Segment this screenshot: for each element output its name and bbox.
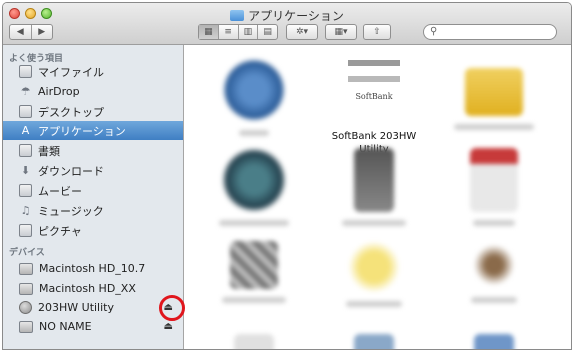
documents-icon bbox=[19, 144, 32, 157]
sidebar-item-airdrop[interactable]: ☂ AirDrop bbox=[3, 82, 183, 101]
sidebar-item-music[interactable]: ♫ ミュージック bbox=[3, 201, 183, 220]
app-item[interactable] bbox=[319, 148, 429, 226]
softbank-icon: SoftBank bbox=[342, 58, 406, 122]
downloads-icon: ⬇ bbox=[20, 164, 31, 177]
app-label-blurred bbox=[471, 297, 517, 303]
sidebar-item-no-name[interactable]: NO NAME ⏏ bbox=[3, 317, 183, 336]
app-icon bbox=[222, 58, 286, 122]
cd-icon bbox=[19, 301, 32, 314]
sidebar-item-203hw-utility[interactable]: 203HW Utility ⏏ bbox=[3, 298, 183, 317]
sidebar-item-label: ミュージック bbox=[38, 204, 104, 218]
sidebar-item-label: AirDrop bbox=[38, 85, 80, 98]
sidebar-item-pictures[interactable]: ピクチャ bbox=[3, 221, 183, 240]
sidebar-item-label: デスクトップ bbox=[38, 105, 104, 119]
app-label-blurred bbox=[342, 220, 406, 226]
sidebar-item-label: マイファイル bbox=[38, 65, 104, 79]
app-icon bbox=[354, 148, 394, 212]
sidebar-item-label: Macintosh HD_XX bbox=[39, 282, 136, 295]
file-icon bbox=[19, 65, 32, 78]
action-menu-button[interactable]: ✲▾ bbox=[286, 24, 318, 40]
app-icon bbox=[354, 334, 394, 349]
app-item-softbank-203hw-utility[interactable]: SoftBank SoftBank 203HW Utility bbox=[319, 58, 429, 156]
app-item[interactable] bbox=[199, 241, 309, 303]
app-item[interactable] bbox=[199, 148, 309, 226]
app-label-blurred bbox=[222, 297, 286, 303]
view-mode-buttons: ▦ ≡ ▥ ▤ bbox=[198, 24, 278, 40]
app-label-blurred bbox=[473, 220, 515, 226]
app-item[interactable] bbox=[439, 58, 549, 130]
devices-heading: デバイス bbox=[9, 248, 45, 258]
sidebar-item-label: 書類 bbox=[38, 144, 60, 158]
desktop-icon bbox=[19, 105, 32, 118]
app-icon bbox=[234, 334, 274, 349]
music-icon: ♫ bbox=[20, 204, 31, 217]
airdrop-icon: ☂ bbox=[20, 85, 31, 98]
app-item[interactable] bbox=[439, 241, 549, 303]
sidebar-item-macintosh-hd-10-7[interactable]: Macintosh HD_10.7 bbox=[3, 259, 183, 278]
sidebar-item-label: 203HW Utility bbox=[38, 301, 114, 314]
file-grid: SoftBank SoftBank 203HW Utility bbox=[185, 46, 571, 349]
movies-icon bbox=[19, 184, 32, 197]
app-icon bbox=[230, 241, 278, 289]
sidebar-item-downloads[interactable]: ⬇ ダウンロード bbox=[3, 161, 183, 180]
window-title-text: アプリケーション bbox=[248, 9, 344, 23]
sidebar-item-label: ダウンロード bbox=[38, 164, 104, 178]
app-label-blurred bbox=[346, 301, 402, 307]
finder-window: アプリケーション ◀ ▶ ▦ ≡ ▥ ▤ ✲▾ ▦▾ ⇧ ⚲ よく使う項目 マイ… bbox=[2, 2, 572, 350]
arrange-menu-button[interactable]: ▦▾ bbox=[325, 24, 357, 40]
sidebar-item-documents[interactable]: 書類 bbox=[3, 141, 183, 160]
hard-disk-icon bbox=[19, 282, 33, 295]
sidebar-item-label: Macintosh HD_10.7 bbox=[39, 262, 146, 275]
sidebar-item-label: ピクチャ bbox=[38, 224, 82, 238]
hard-disk-icon bbox=[19, 262, 33, 275]
window-title: アプリケーション bbox=[3, 7, 571, 24]
title-bar: アプリケーション ◀ ▶ ▦ ≡ ▥ ▤ ✲▾ ▦▾ ⇧ ⚲ bbox=[3, 3, 571, 45]
forward-button[interactable]: ▶ bbox=[32, 27, 53, 37]
app-icon bbox=[474, 334, 514, 349]
sidebar-item-macintosh-hd-xx[interactable]: Macintosh HD_XX bbox=[3, 279, 183, 298]
list-view-button[interactable]: ≡ bbox=[219, 25, 239, 39]
search-icon: ⚲ bbox=[430, 26, 438, 37]
app-label-blurred bbox=[219, 220, 289, 226]
sidebar-item-my-files[interactable]: マイファイル bbox=[3, 62, 183, 81]
icon-view-button[interactable]: ▦ bbox=[199, 25, 219, 39]
app-item[interactable] bbox=[439, 334, 549, 349]
app-item[interactable] bbox=[199, 334, 309, 349]
sidebar-item-label: NO NAME bbox=[39, 320, 92, 333]
back-forward-buttons: ◀ ▶ bbox=[9, 24, 53, 40]
app-item[interactable] bbox=[439, 148, 549, 226]
folder-icon bbox=[230, 10, 245, 21]
app-icon bbox=[222, 148, 286, 212]
app-item[interactable] bbox=[319, 334, 429, 349]
app-label-blurred bbox=[454, 124, 534, 130]
pictures-icon bbox=[19, 224, 32, 237]
share-button[interactable]: ⇧ bbox=[363, 24, 391, 40]
sidebar-item-desktop[interactable]: デスクトップ bbox=[3, 102, 183, 121]
sidebar-item-label: ムービー bbox=[38, 184, 82, 198]
app-item[interactable] bbox=[199, 58, 309, 136]
applications-icon: A bbox=[21, 124, 30, 137]
app-icon bbox=[348, 241, 400, 293]
app-icon bbox=[470, 241, 518, 289]
sidebar-item-label: アプリケーション bbox=[38, 124, 126, 138]
eject-icon[interactable]: ⏏ bbox=[164, 321, 173, 332]
back-button[interactable]: ◀ bbox=[10, 27, 31, 37]
app-item[interactable] bbox=[319, 241, 429, 307]
folder-icon bbox=[465, 68, 523, 116]
search-input[interactable]: ⚲ bbox=[423, 24, 557, 40]
column-view-button[interactable]: ▥ bbox=[239, 25, 259, 39]
sidebar-item-applications[interactable]: A アプリケーション bbox=[3, 121, 183, 140]
app-label-blurred bbox=[239, 130, 269, 136]
softbank-brand: SoftBank bbox=[355, 92, 393, 101]
coverflow-view-button[interactable]: ▤ bbox=[258, 25, 277, 39]
drive-icon bbox=[19, 320, 33, 333]
sidebar: よく使う項目 マイファイル ☂ AirDrop デスクトップ A アプリケーショ… bbox=[3, 45, 185, 349]
calendar-icon bbox=[470, 148, 518, 212]
sidebar-item-movies[interactable]: ムービー bbox=[3, 181, 183, 200]
